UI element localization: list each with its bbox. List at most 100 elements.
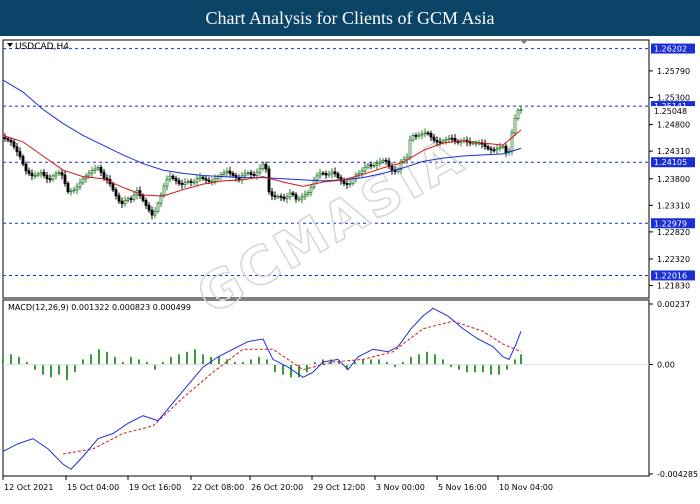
candle-bear <box>129 198 133 200</box>
candle-bull <box>57 172 61 175</box>
candle-bear <box>384 159 388 162</box>
level-tag-text: 1.26202 <box>654 45 687 54</box>
candle-bull <box>72 189 76 192</box>
candle-bull <box>306 192 310 196</box>
macd-histogram-bar <box>18 356 20 365</box>
macd-histogram-bar <box>34 364 36 370</box>
candle-bull <box>309 186 313 193</box>
time-tick-label: 26 Oct 20:00 <box>251 483 303 492</box>
candle-bull <box>123 200 127 205</box>
candle-bull <box>33 175 37 177</box>
candle-bull <box>216 176 220 180</box>
price-tick-label: 1.23310 <box>657 201 690 210</box>
candle-bear <box>438 141 442 144</box>
macd-histogram-bar <box>490 364 492 375</box>
candle-bear <box>48 178 52 181</box>
candle-bear <box>291 192 295 196</box>
candle-bear <box>111 183 115 191</box>
candle-bull <box>519 108 523 111</box>
macd-histogram-bar <box>362 359 364 365</box>
candle-bull <box>210 180 214 183</box>
macd-histogram-bar <box>90 354 92 365</box>
macd-plot-border <box>2 299 650 477</box>
candle-bull <box>360 170 364 174</box>
time-tick-label: 5 Nov 16:00 <box>438 483 487 492</box>
candle-bear <box>492 149 496 152</box>
macd-label: MACD(12,26,9) 0.001322 0.000823 0.000499 <box>8 303 191 312</box>
candle-bear <box>252 174 256 176</box>
candle-bull <box>417 134 421 137</box>
candle-bear <box>336 173 340 178</box>
time-axis: 12 Oct 2021 15 Oct 04:00 19 Oct 16:00 22 Oc… <box>2 476 553 492</box>
candle-bull <box>447 137 451 140</box>
candle-bull <box>90 170 94 174</box>
candle-bear <box>150 209 154 216</box>
candle-bull <box>300 196 304 200</box>
candle-bear <box>45 175 49 180</box>
price-chart[interactable]: GCMASIA USDCAD,H4 1.257901.253001.248001… <box>0 36 700 500</box>
macd-histogram-bar <box>50 364 52 378</box>
macd-histogram-bar <box>378 359 380 365</box>
candle-bull <box>315 175 319 181</box>
macd-histogram-bar <box>466 364 468 373</box>
macd-histogram-bar <box>66 364 68 380</box>
macd-histogram-bar <box>498 364 500 375</box>
candle-bull <box>498 146 502 149</box>
candle-bull <box>153 210 157 216</box>
macd-histogram-bar <box>138 359 140 365</box>
candle-bear <box>390 166 394 171</box>
symbol-label[interactable]: USDCAD,H4 <box>7 42 69 52</box>
price-tick-label: 1.24800 <box>657 121 690 130</box>
macd-histogram-bar <box>266 359 268 365</box>
price-tick-label: 1.24310 <box>657 147 690 156</box>
candle-bear <box>63 174 67 184</box>
candle-bull <box>276 195 280 198</box>
macd-tick-label: 0.00237 <box>657 300 690 309</box>
candle-bull <box>225 170 229 174</box>
candle-bear <box>30 172 34 177</box>
candle-bull <box>477 142 481 145</box>
macd-histogram-bar <box>186 351 188 365</box>
candle-bear <box>12 141 16 148</box>
candle-bull <box>93 168 97 172</box>
candle-bear <box>414 134 418 137</box>
candle-bull <box>441 140 445 143</box>
candle-bear <box>369 164 373 167</box>
candle-bull <box>87 172 91 177</box>
candle-bear <box>180 183 184 185</box>
macd-histogram-bar <box>506 364 508 370</box>
level-tags: 1.262021.251411.250481.241051.229791.220… <box>651 43 695 281</box>
candle-bear <box>204 178 208 181</box>
price-tick-label: 1.21830 <box>657 282 690 291</box>
candle-bear <box>483 143 487 147</box>
candle-bear <box>114 189 118 197</box>
candle-bear <box>453 138 457 142</box>
candle-bear <box>66 183 70 193</box>
candle-bull <box>501 145 505 148</box>
candle-bear <box>201 176 205 180</box>
macd-histogram-bar <box>306 364 308 373</box>
candle-bear <box>141 195 145 201</box>
candle-bull <box>255 171 259 176</box>
candle-bull <box>213 178 217 182</box>
candle-bull <box>513 118 517 134</box>
macd-histogram-bar <box>74 364 76 373</box>
candle-bull <box>444 138 448 142</box>
macd-histogram-bar <box>474 364 476 373</box>
macd-histogram-bar <box>130 356 132 365</box>
macd-histogram-bar <box>170 356 172 365</box>
candle-bear <box>264 163 268 170</box>
candle-bear <box>324 172 328 176</box>
time-tick-label: 22 Oct 08:00 <box>192 483 244 492</box>
candle-bull <box>381 159 385 163</box>
candle-bull <box>297 198 301 201</box>
price-axis: 1.257901.253001.248001.243101.238001.233… <box>649 67 690 291</box>
candle-bull <box>126 198 130 201</box>
candle-bear <box>282 196 286 200</box>
candle-bear <box>171 175 175 179</box>
candle-bear <box>102 171 106 179</box>
macd-histogram-bar <box>458 364 460 370</box>
time-tick-label: 19 Oct 16:00 <box>129 483 181 492</box>
price-tick-label: 1.25790 <box>657 67 690 76</box>
macd-axis: 0.00237 0.00 -0.004285 <box>649 300 698 479</box>
